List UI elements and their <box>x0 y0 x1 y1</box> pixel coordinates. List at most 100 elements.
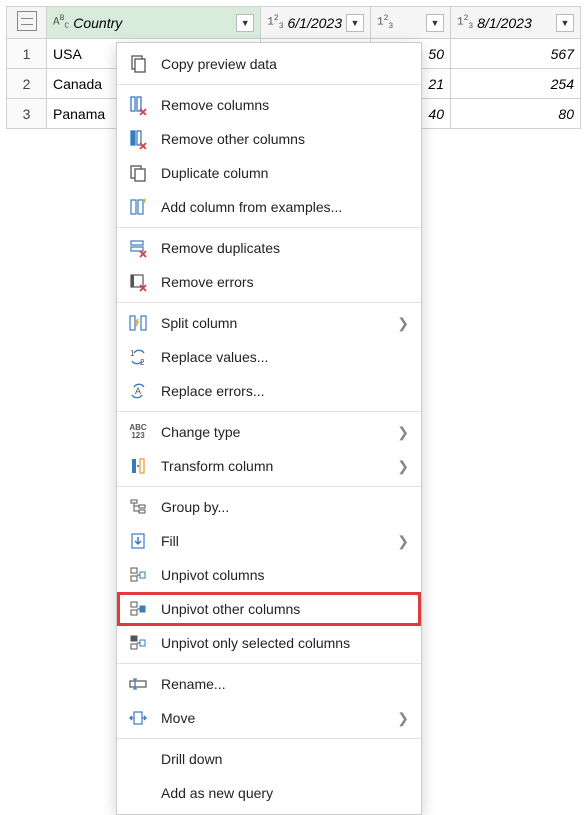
submenu-arrow-icon: ❯ <box>397 533 409 550</box>
cell-value[interactable]: 567 <box>451 39 581 69</box>
menu-duplicate-column[interactable]: Duplicate column <box>117 156 421 190</box>
menu-unpivot-other-columns[interactable]: Unpivot other columns <box>117 592 421 626</box>
remove-duplicates-icon <box>127 237 149 259</box>
remove-columns-icon <box>127 94 149 116</box>
menu-add-as-new-query[interactable]: Add as new query <box>117 776 421 810</box>
menu-fill[interactable]: Fill ❯ <box>117 524 421 558</box>
change-type-icon: ABC 123 <box>127 421 149 443</box>
menu-label: Remove duplicates <box>161 240 409 256</box>
add-column-examples-icon <box>127 196 149 218</box>
column-name: Country <box>73 15 122 31</box>
submenu-arrow-icon: ❯ <box>397 458 409 475</box>
menu-separator <box>117 84 421 85</box>
type-number-icon: 123 <box>267 14 283 31</box>
menu-unpivot-only-selected-columns[interactable]: Unpivot only selected columns <box>117 626 421 660</box>
transform-column-icon <box>127 455 149 477</box>
menu-remove-duplicates[interactable]: Remove duplicates <box>117 231 421 265</box>
column-header-8-1-2023[interactable]: 123 8/1/2023 ▼ <box>451 7 581 39</box>
menu-separator <box>117 738 421 739</box>
submenu-arrow-icon: ❯ <box>397 424 409 441</box>
menu-replace-errors[interactable]: A Replace errors... <box>117 374 421 408</box>
menu-separator <box>117 411 421 412</box>
menu-group-by[interactable]: Group by... <box>117 490 421 524</box>
split-column-icon <box>127 312 149 334</box>
submenu-arrow-icon: ❯ <box>397 710 409 727</box>
menu-label: Add as new query <box>161 785 409 801</box>
menu-label: Move <box>161 710 385 726</box>
column-name: 6/1/2023 <box>288 15 343 31</box>
type-text-icon: ABC <box>53 14 69 31</box>
menu-replace-values[interactable]: 12 Replace values... <box>117 340 421 374</box>
replace-errors-icon: A <box>127 380 149 402</box>
fill-icon <box>127 530 149 552</box>
table-corner-cell[interactable] <box>7 7 47 39</box>
unpivot-icon <box>127 564 149 586</box>
menu-label: Fill <box>161 533 385 549</box>
menu-label: Unpivot only selected columns <box>161 635 409 651</box>
unpivot-other-icon <box>127 598 149 620</box>
menu-transform-column[interactable]: Transform column ❯ <box>117 449 421 483</box>
column-name: 8/1/2023 <box>477 15 532 31</box>
menu-separator <box>117 663 421 664</box>
menu-label: Transform column <box>161 458 385 474</box>
menu-label: Rename... <box>161 676 409 692</box>
blank-icon <box>127 748 149 770</box>
menu-copy-preview-data[interactable]: Copy preview data <box>117 47 421 81</box>
menu-remove-other-columns[interactable]: Remove other columns <box>117 122 421 156</box>
menu-label: Drill down <box>161 751 409 767</box>
menu-change-type[interactable]: ABC 123 Change type ❯ <box>117 415 421 449</box>
column-filter-button[interactable]: ▼ <box>346 14 364 32</box>
menu-label: Remove other columns <box>161 131 409 147</box>
submenu-arrow-icon: ❯ <box>397 315 409 332</box>
column-header-7-1-2023[interactable]: 123 7/1/2023 ▼ <box>371 7 451 39</box>
menu-separator <box>117 486 421 487</box>
menu-label: Add column from examples... <box>161 199 409 215</box>
menu-label: Change type <box>161 424 385 440</box>
column-name: 7/1/2023 <box>397 15 398 31</box>
rename-icon <box>127 673 149 695</box>
column-header-6-1-2023[interactable]: 123 6/1/2023 ▼ <box>261 7 371 39</box>
replace-values-icon: 12 <box>127 346 149 368</box>
menu-label: Unpivot columns <box>161 567 409 583</box>
menu-label: Replace values... <box>161 349 409 365</box>
menu-label: Replace errors... <box>161 383 409 399</box>
column-filter-button[interactable]: ▼ <box>236 14 254 32</box>
blank-icon <box>127 782 149 804</box>
menu-label: Group by... <box>161 499 409 515</box>
menu-label: Copy preview data <box>161 56 409 72</box>
menu-split-column[interactable]: Split column ❯ <box>117 306 421 340</box>
column-header-country[interactable]: ABC Country ▼ <box>47 7 261 39</box>
cell-value[interactable]: 254 <box>451 69 581 99</box>
row-number: 3 <box>7 99 47 129</box>
type-number-icon: 123 <box>457 14 473 31</box>
move-icon <box>127 707 149 729</box>
menu-add-column-from-examples[interactable]: Add column from examples... <box>117 190 421 224</box>
menu-move[interactable]: Move ❯ <box>117 701 421 735</box>
menu-separator <box>117 227 421 228</box>
group-by-icon <box>127 496 149 518</box>
duplicate-icon <box>127 162 149 184</box>
menu-remove-errors[interactable]: Remove errors <box>117 265 421 299</box>
menu-rename[interactable]: Rename... <box>117 667 421 701</box>
cell-value[interactable]: 80 <box>451 99 581 129</box>
column-filter-button[interactable]: ▼ <box>556 14 574 32</box>
type-number-icon: 123 <box>377 14 393 31</box>
remove-other-columns-icon <box>127 128 149 150</box>
menu-label: Unpivot other columns <box>161 601 409 617</box>
table-icon <box>17 11 37 31</box>
menu-label: Remove errors <box>161 274 409 290</box>
menu-label: Remove columns <box>161 97 409 113</box>
menu-label: Split column <box>161 315 385 331</box>
menu-remove-columns[interactable]: Remove columns <box>117 88 421 122</box>
svg-text:A: A <box>135 386 141 396</box>
svg-text:1: 1 <box>130 349 135 358</box>
menu-label: Duplicate column <box>161 165 409 181</box>
column-context-menu: Copy preview data Remove columns Remove … <box>116 42 422 815</box>
copy-icon <box>127 53 149 75</box>
column-filter-button[interactable]: ▼ <box>426 14 444 32</box>
menu-separator <box>117 302 421 303</box>
menu-drill-down[interactable]: Drill down <box>117 742 421 776</box>
menu-unpivot-columns[interactable]: Unpivot columns <box>117 558 421 592</box>
row-number: 2 <box>7 69 47 99</box>
remove-errors-icon <box>127 271 149 293</box>
